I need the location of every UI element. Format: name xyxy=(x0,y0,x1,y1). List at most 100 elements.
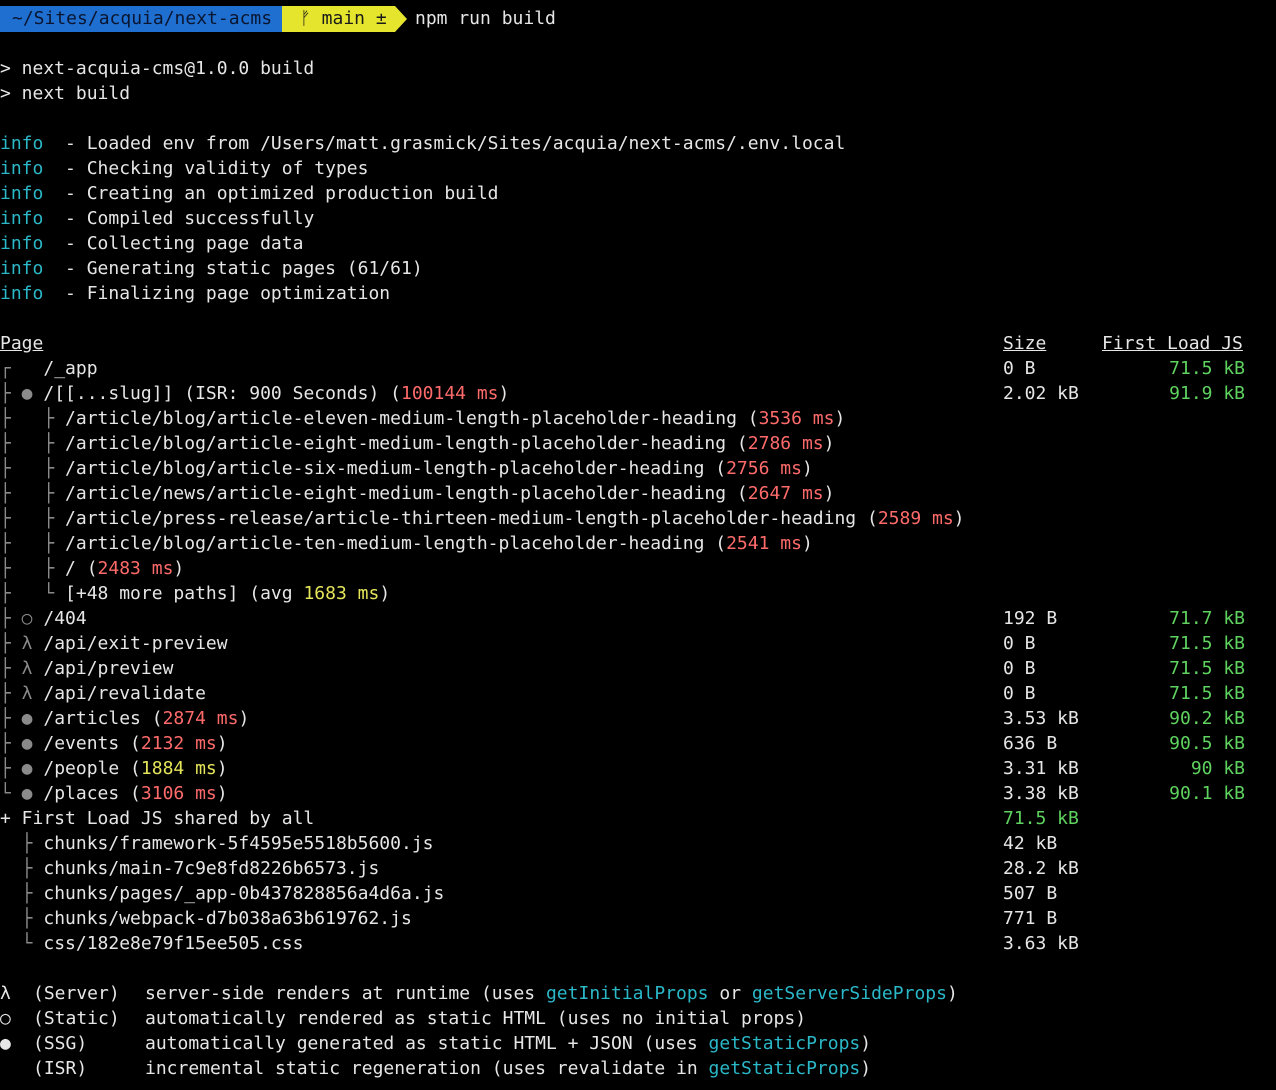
route-path: /api/revalidate xyxy=(43,683,206,704)
chunk-row: ├ chunks/pages/_app-0b437828856a4d6a.js 5… xyxy=(0,881,1058,906)
column-header-page: Page xyxy=(0,333,44,354)
chunk-size: 507 B xyxy=(1003,883,1058,904)
route-row: ├ ● /events (2132 ms) 636 B 90.5 kB xyxy=(0,731,1245,756)
info-text: - Compiled successfully xyxy=(43,208,315,229)
npm-script-line: > next build xyxy=(0,81,130,106)
chunk-size: 42 kB xyxy=(1003,833,1058,854)
route-path-close: ) xyxy=(953,508,965,529)
info-text: - Finalizing page optimization xyxy=(43,283,391,304)
info-line: info - Compiled successfully xyxy=(0,206,314,231)
route-path: /article/blog/article-eight-medium-lengt… xyxy=(65,433,748,454)
tree-connector: ├ ├ xyxy=(0,483,66,504)
route-first-load: 90 kB xyxy=(1190,758,1245,779)
route-first-load: 71.5 kB xyxy=(1169,633,1245,654)
route-size: 3.53 kB xyxy=(1003,708,1079,729)
info-text: - Generating static pages (61/61) xyxy=(43,258,423,279)
route-row: ├ ├ /article/news/article-eight-medium-l… xyxy=(0,481,834,506)
chunk-name: chunks/webpack-d7b038a63b619762.js xyxy=(43,908,412,929)
route-path: /api/exit-preview xyxy=(43,633,228,654)
render-time: 3106 ms xyxy=(140,783,217,804)
render-time: 2483 ms xyxy=(97,558,174,579)
prompt-path-segment: ~/Sites/acquia/next-acms xyxy=(0,6,283,32)
legend-text: incremental static regeneration (uses re… xyxy=(145,1058,709,1079)
route-size: 0 B xyxy=(1003,683,1036,704)
column-header-size: Size xyxy=(1003,333,1047,354)
tree-connector: ├ λ xyxy=(0,633,44,654)
route-path: [+48 more paths] (avg xyxy=(65,583,304,604)
legend-kind: (Static) xyxy=(33,1008,120,1029)
tree-connector: ├ xyxy=(0,858,44,879)
route-row: ├ λ /api/exit-preview 0 B 71.5 kB xyxy=(0,631,1245,656)
tree-connector: ├ xyxy=(0,908,44,929)
tree-connector: ├ ├ xyxy=(0,408,66,429)
route-path-close: ) xyxy=(216,733,228,754)
render-time: 2786 ms xyxy=(747,433,824,454)
tree-connector: ├ λ xyxy=(0,683,44,704)
route-path-close: ) xyxy=(823,483,835,504)
chunk-name: chunks/pages/_app-0b437828856a4d6a.js xyxy=(43,883,445,904)
info-prefix: info xyxy=(0,133,44,154)
route-first-load: 71.7 kB xyxy=(1169,608,1245,629)
route-size: 192 B xyxy=(1003,608,1058,629)
prompt-branch-segment: ᚠ main ± xyxy=(282,6,395,32)
tree-connector: ├ ├ xyxy=(0,558,66,579)
route-row: ├ λ /api/preview 0 B 71.5 kB xyxy=(0,656,1245,681)
chunk-row: ├ chunks/main-7c9e8fd8226b6573.js 28.2 kB xyxy=(0,856,1079,881)
info-text: - Collecting page data xyxy=(43,233,304,254)
route-row: ├ ├ /article/press-release/article-thirt… xyxy=(0,506,965,531)
legend-row: ● (SSG) automatically generated as static … xyxy=(0,1031,871,1056)
legend-row: (ISR) incremental static regeneration (us… xyxy=(0,1056,871,1081)
tree-connector: ├ ├ xyxy=(0,533,66,554)
info-prefix: info xyxy=(0,283,44,304)
render-time: 2647 ms xyxy=(747,483,824,504)
chunk-size: 3.63 kB xyxy=(1003,933,1079,954)
legend-symbol: ○ xyxy=(0,1008,11,1029)
route-path-close: ) xyxy=(823,433,835,454)
route-row: ├ ● /[[...slug]] (ISR: 900 Seconds) (100… xyxy=(0,381,1245,406)
route-size: 3.38 kB xyxy=(1003,783,1079,804)
chunk-name: chunks/main-7c9e8fd8226b6573.js xyxy=(43,858,380,879)
info-line: info - Creating an optimized production … xyxy=(0,181,499,206)
command-text: npm run build xyxy=(415,8,556,29)
info-prefix: info xyxy=(0,183,44,204)
shared-js-size: 71.5 kB xyxy=(1003,808,1079,829)
route-size: 0 B xyxy=(1003,658,1036,679)
route-path-close: ) xyxy=(238,708,250,729)
legend-row: ○ (Static) automatically rendered as stati… xyxy=(0,1006,806,1031)
route-first-load: 71.5 kB xyxy=(1169,658,1245,679)
route-row: ├ ● /people (1884 ms) 3.31 kB 90 kB xyxy=(0,756,1245,781)
route-path-close: ) xyxy=(801,533,813,554)
route-path-close: ) xyxy=(379,583,391,604)
chunk-size: 771 B xyxy=(1003,908,1058,929)
shared-js-label: + First Load JS shared by all xyxy=(0,808,315,829)
route-path: /places ( xyxy=(43,783,141,804)
info-line: info - Checking validity of types xyxy=(0,156,368,181)
tree-connector: ├ λ xyxy=(0,658,44,679)
branch-name: main ± xyxy=(321,8,387,29)
legend-function: getStaticProps xyxy=(708,1058,861,1079)
route-path: /api/preview xyxy=(43,658,174,679)
info-prefix: info xyxy=(0,208,44,229)
chunk-row: ├ chunks/webpack-d7b038a63b619762.js 771 … xyxy=(0,906,1058,931)
legend-text: server-side renders at runtime (uses xyxy=(145,983,546,1004)
script-text: > next-acquia-cms@1.0.0 build xyxy=(0,58,315,79)
info-line: info - Loaded env from /Users/matt.grasm… xyxy=(0,131,845,156)
chunk-row: ├ chunks/framework-5f4595e5518b5600.js 42… xyxy=(0,831,1058,856)
route-path-close: ) xyxy=(801,458,813,479)
render-time: 100144 ms xyxy=(400,383,499,404)
legend-kind: (ISR) xyxy=(33,1058,88,1079)
route-first-load: 71.5 kB xyxy=(1169,683,1245,704)
route-path: /article/blog/article-six-medium-length-… xyxy=(65,458,727,479)
route-size: 636 B xyxy=(1003,733,1058,754)
route-size: 0 B xyxy=(1003,633,1036,654)
info-line: info - Generating static pages (61/61) xyxy=(0,256,423,281)
route-first-load: 91.9 kB xyxy=(1169,383,1245,404)
legend-kind: (SSG) xyxy=(33,1033,88,1054)
git-branch-icon: ᚠ xyxy=(300,8,311,29)
route-path: /article/blog/article-eleven-medium-leng… xyxy=(65,408,759,429)
terminal-window: ~/Sites/acquia/next-acms ᚠ main ± npm ru… xyxy=(0,0,1276,1090)
route-size: 3.31 kB xyxy=(1003,758,1079,779)
legend-text: ) xyxy=(860,1058,872,1079)
legend-symbol: λ xyxy=(0,983,11,1004)
tree-connector: ├ xyxy=(0,833,44,854)
